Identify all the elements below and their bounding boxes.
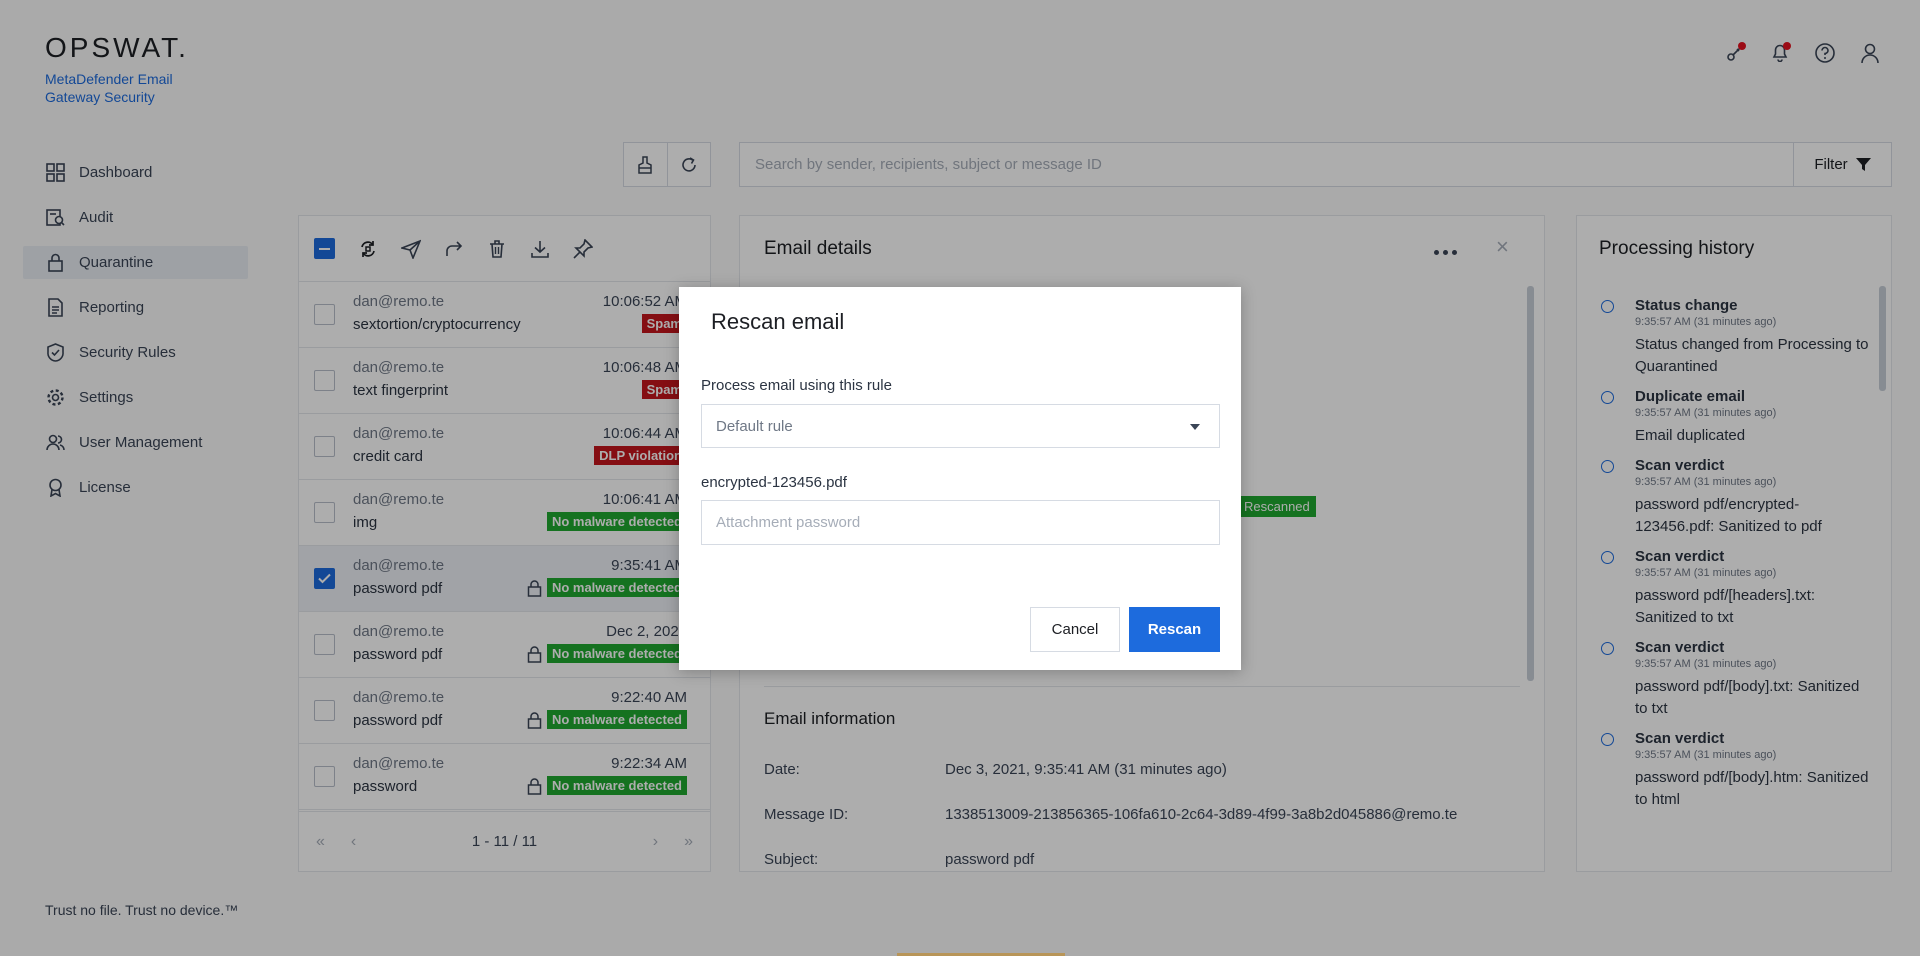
caret-down-icon <box>1190 424 1200 430</box>
rule-label: Process email using this rule <box>701 377 892 394</box>
rescan-email-dialog: Rescan email Process email using this ru… <box>679 287 1241 670</box>
attachment-password-input[interactable] <box>701 500 1220 545</box>
dialog-title: Rescan email <box>711 309 845 334</box>
rule-select-value: Default rule <box>716 417 793 435</box>
rule-select[interactable]: Default rule <box>701 404 1220 448</box>
attachment-name: encrypted-123456.pdf <box>701 474 847 491</box>
rescan-button[interactable]: Rescan <box>1129 607 1220 652</box>
cancel-button[interactable]: Cancel <box>1030 607 1120 652</box>
